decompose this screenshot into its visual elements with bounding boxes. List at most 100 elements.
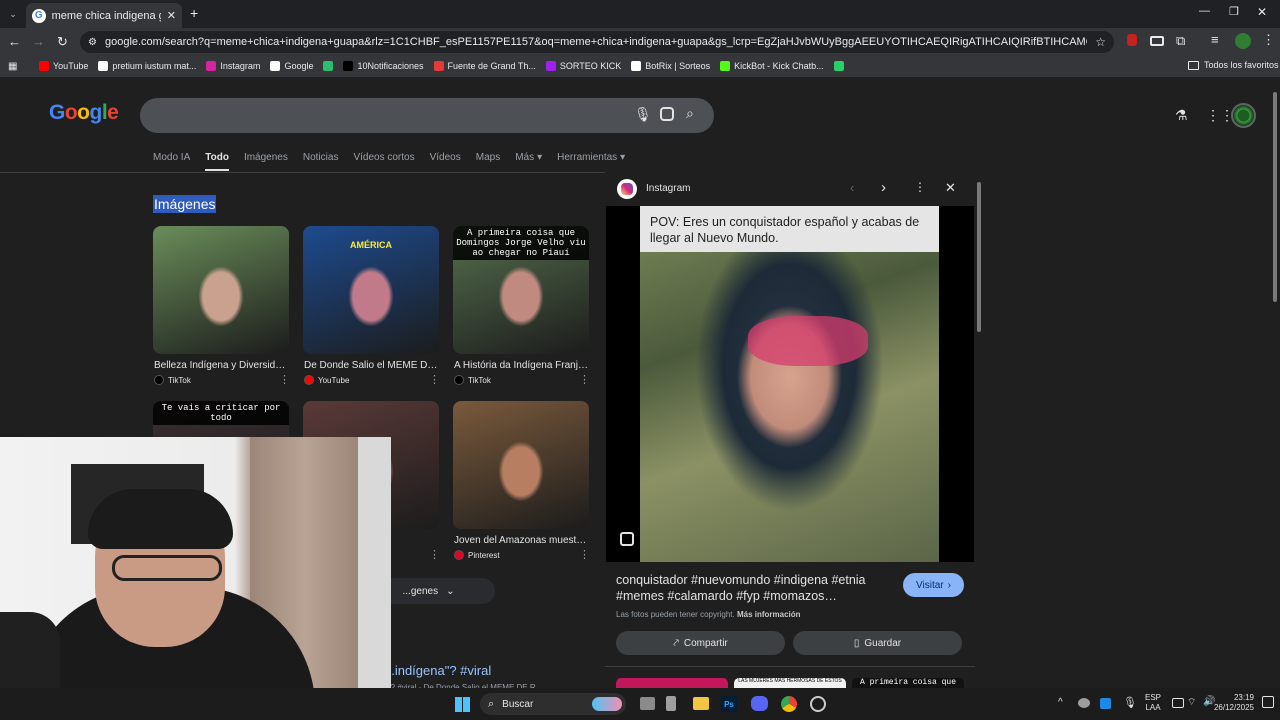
- tab-vídeos-cortos[interactable]: Vídeos cortos: [353, 152, 414, 171]
- tab-maps[interactable]: Maps: [476, 152, 500, 171]
- panel-scrollbar[interactable]: [976, 178, 982, 684]
- photoshop-icon[interactable]: Ps: [721, 696, 737, 712]
- lens-icon[interactable]: [660, 107, 674, 121]
- taskbar-app-2-icon[interactable]: [666, 696, 676, 711]
- extension-tab-icon[interactable]: [1150, 36, 1164, 46]
- bookmark-star-icon[interactable]: ☆: [1095, 35, 1106, 49]
- tab-imágenes[interactable]: Imágenes: [244, 152, 288, 171]
- tab-herramientas[interactable]: Herramientas: [557, 152, 617, 171]
- tab-noticias[interactable]: Noticias: [303, 152, 339, 171]
- onedrive-icon[interactable]: [1078, 698, 1090, 708]
- image-caption[interactable]: Joven del Amazonas muestra...: [454, 535, 588, 546]
- bookmark-item[interactable]: [323, 61, 334, 71]
- image-source[interactable]: YouTube: [304, 375, 349, 385]
- page-scrollbar[interactable]: [1272, 88, 1278, 688]
- image-more-icon[interactable]: ⋮: [279, 373, 290, 386]
- prev-image-icon[interactable]: ‹: [850, 180, 854, 195]
- tab-modo-ia[interactable]: Modo IA: [153, 152, 190, 171]
- image-more-icon[interactable]: ⋮: [579, 373, 590, 386]
- google-apps-icon[interactable]: ⋮⋮: [1206, 107, 1234, 124]
- bookmark-item[interactable]: 10Notificaciones: [343, 61, 424, 71]
- visit-button[interactable]: Visitar ›: [903, 573, 964, 597]
- address-bar[interactable]: ⚙ google.com/search?q=meme+chica+indigen…: [80, 31, 1114, 53]
- bookmark-item[interactable]: YouTube: [39, 61, 88, 71]
- forward-icon[interactable]: →: [32, 34, 45, 49]
- mic-icon[interactable]: 🎙: [634, 106, 652, 123]
- tab-más[interactable]: Más: [515, 152, 534, 171]
- panel-source[interactable]: Instagram: [646, 183, 690, 194]
- image-caption[interactable]: Belleza Indígena y Diversidad...: [154, 360, 288, 371]
- panel-title[interactable]: conquistador #nuevomundo #indigena #etni…: [616, 572, 886, 604]
- bookmark-item[interactable]: [833, 61, 844, 71]
- image-caption[interactable]: De Donde Salio el MEME DE ...: [304, 360, 438, 371]
- close-window-icon[interactable]: ✕: [1257, 5, 1267, 19]
- minimize-icon[interactable]: —: [1199, 5, 1210, 17]
- microphone-icon[interactable]: 🎙: [1123, 696, 1137, 709]
- taskbar-app-obs-icon[interactable]: [810, 696, 826, 712]
- image-source[interactable]: TikTok: [154, 375, 191, 385]
- language-indicator[interactable]: ESP LAA: [1145, 693, 1161, 713]
- share-button[interactable]: ⤤ Compartir: [616, 631, 785, 655]
- windows-start-icon[interactable]: [455, 697, 470, 712]
- reload-icon[interactable]: ↻: [57, 34, 68, 50]
- profile-avatar[interactable]: [1235, 33, 1251, 49]
- chrome-icon[interactable]: [781, 696, 797, 712]
- file-explorer-icon[interactable]: [693, 697, 709, 710]
- tab-search-icon[interactable]: ⌄: [6, 7, 20, 21]
- image-result[interactable]: [153, 226, 289, 354]
- account-avatar[interactable]: [1231, 103, 1256, 128]
- bookmark-item[interactable]: pretium iustum mat...: [98, 61, 196, 71]
- defender-icon[interactable]: [1100, 698, 1111, 709]
- image-more-icon[interactable]: ⋮: [579, 548, 590, 561]
- save-button[interactable]: ▯ Guardar: [793, 631, 962, 655]
- image-more-icon[interactable]: ⋮: [429, 373, 440, 386]
- result-title[interactable]: ...indígena"? #viral: [384, 663, 491, 678]
- extension-red-icon[interactable]: [1127, 34, 1137, 46]
- tab-active[interactable]: G meme chica indigena guapa - B ✕: [26, 3, 182, 28]
- related-thumb-2[interactable]: LAS MUJERES MÁS HERMOSAS DE ESTOS: [734, 678, 846, 688]
- clock[interactable]: 23:19 26/12/2025: [1208, 693, 1254, 713]
- all-bookmarks[interactable]: Todos los favoritos: [1188, 60, 1279, 70]
- image-more-icon[interactable]: ⋮: [429, 548, 440, 561]
- bookmark-item[interactable]: Instagram: [206, 61, 260, 71]
- bookmark-item[interactable]: Google: [270, 61, 313, 71]
- menu-dots-icon[interactable]: ⋮: [1262, 32, 1275, 48]
- preview-image[interactable]: [640, 206, 939, 562]
- display-icon[interactable]: [1172, 698, 1184, 708]
- image-caption[interactable]: A História da Indígena Franju...: [454, 360, 588, 371]
- taskbar-search[interactable]: ⌕ Buscar: [480, 693, 626, 715]
- labs-flask-icon[interactable]: ⚗: [1175, 107, 1188, 124]
- panel-more-icon[interactable]: ⋮: [914, 180, 926, 194]
- discord-icon[interactable]: [751, 696, 768, 711]
- bookmark-item[interactable]: Fuente de Grand Th...: [433, 61, 536, 71]
- apps-grid-icon[interactable]: ▦: [8, 61, 17, 72]
- next-image-icon[interactable]: ›: [881, 179, 886, 196]
- more-info-link[interactable]: Más información: [737, 610, 801, 619]
- bookmark-item[interactable]: BotRix | Sorteos: [631, 61, 710, 71]
- lens-search-icon[interactable]: [620, 532, 634, 546]
- page-scroll-thumb[interactable]: [1273, 92, 1277, 302]
- image-result[interactable]: [453, 401, 589, 529]
- image-source[interactable]: Pinterest: [454, 550, 500, 560]
- notifications-icon[interactable]: [1262, 696, 1274, 708]
- new-tab-icon[interactable]: +: [190, 5, 198, 21]
- bookmark-item[interactable]: KickBot - Kick Chatb...: [720, 61, 824, 71]
- tab-todo[interactable]: Todo: [205, 152, 229, 171]
- bookmark-item[interactable]: SORTEO KICK: [545, 61, 621, 71]
- extensions-puzzle-icon[interactable]: ⧉: [1176, 33, 1185, 49]
- back-icon[interactable]: ←: [8, 34, 21, 49]
- panel-scroll-thumb[interactable]: [977, 182, 981, 332]
- image-result[interactable]: A primeira coisa que Domingos Jorge Velh…: [453, 226, 589, 354]
- network-icon[interactable]: ⌔: [1187, 696, 1196, 709]
- close-panel-icon[interactable]: ✕: [945, 180, 956, 196]
- related-thumb-3[interactable]: A primeira coisa que: [852, 678, 964, 688]
- google-logo[interactable]: Google: [49, 101, 119, 125]
- site-info-icon[interactable]: ⚙: [88, 37, 97, 48]
- related-thumb-1[interactable]: [616, 678, 728, 688]
- task-view-icon[interactable]: [640, 697, 655, 710]
- image-source[interactable]: TikTok: [454, 375, 491, 385]
- restore-icon[interactable]: ❐: [1229, 5, 1239, 18]
- tray-chevron-icon[interactable]: ^: [1058, 697, 1063, 708]
- tab-vídeos[interactable]: Vídeos: [430, 152, 461, 171]
- close-tab-icon[interactable]: ✕: [167, 9, 176, 22]
